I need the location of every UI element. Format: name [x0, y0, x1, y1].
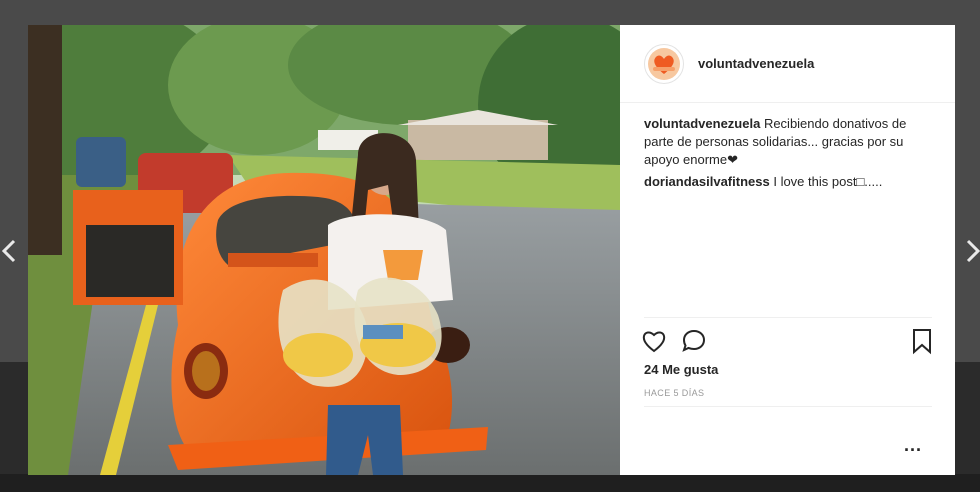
- comment-button[interactable]: [680, 327, 708, 355]
- post-info-panel: voluntadvenezuela voluntadvenezuela Reci…: [620, 25, 955, 475]
- more-options-button[interactable]: ...: [904, 435, 928, 455]
- post-header: voluntadvenezuela: [620, 25, 955, 103]
- save-button[interactable]: [908, 327, 936, 355]
- previous-post-button[interactable]: [0, 236, 20, 266]
- divider: [644, 406, 932, 407]
- backdrop-left-panel: [0, 362, 28, 474]
- photo-scene: [28, 25, 620, 475]
- bookmark-icon: [913, 329, 931, 355]
- next-post-button[interactable]: [962, 236, 980, 266]
- post-photo: [28, 25, 620, 475]
- chevron-left-icon: [1, 239, 16, 263]
- heart-hands-logo-icon: [648, 47, 680, 80]
- comment-text: I love this post□.....: [773, 174, 883, 189]
- post-timestamp: HACE 5 DÍAS: [644, 388, 705, 398]
- comment-username[interactable]: doriandasilvafitness: [644, 174, 770, 189]
- heart-icon: [642, 331, 666, 353]
- post-modal: voluntadvenezuela voluntadvenezuela Reci…: [28, 25, 955, 475]
- like-button[interactable]: [640, 327, 668, 355]
- post-actions: [640, 327, 936, 357]
- comment-item: doriandasilvafitness I love this post□..…: [644, 173, 934, 191]
- username-link[interactable]: voluntadvenezuela: [698, 56, 814, 71]
- divider: [644, 317, 932, 318]
- avatar[interactable]: [644, 43, 684, 84]
- caption-username[interactable]: voluntadvenezuela: [644, 116, 760, 131]
- chevron-right-icon: [966, 239, 980, 263]
- comments-section: voluntadvenezuela Recibiendo donativos d…: [644, 115, 934, 195]
- likes-count[interactable]: 24 Me gusta: [644, 362, 718, 377]
- caption: voluntadvenezuela Recibiendo donativos d…: [644, 115, 934, 169]
- comment-bubble-icon: [682, 329, 706, 352]
- backdrop-right-panel: [954, 362, 980, 474]
